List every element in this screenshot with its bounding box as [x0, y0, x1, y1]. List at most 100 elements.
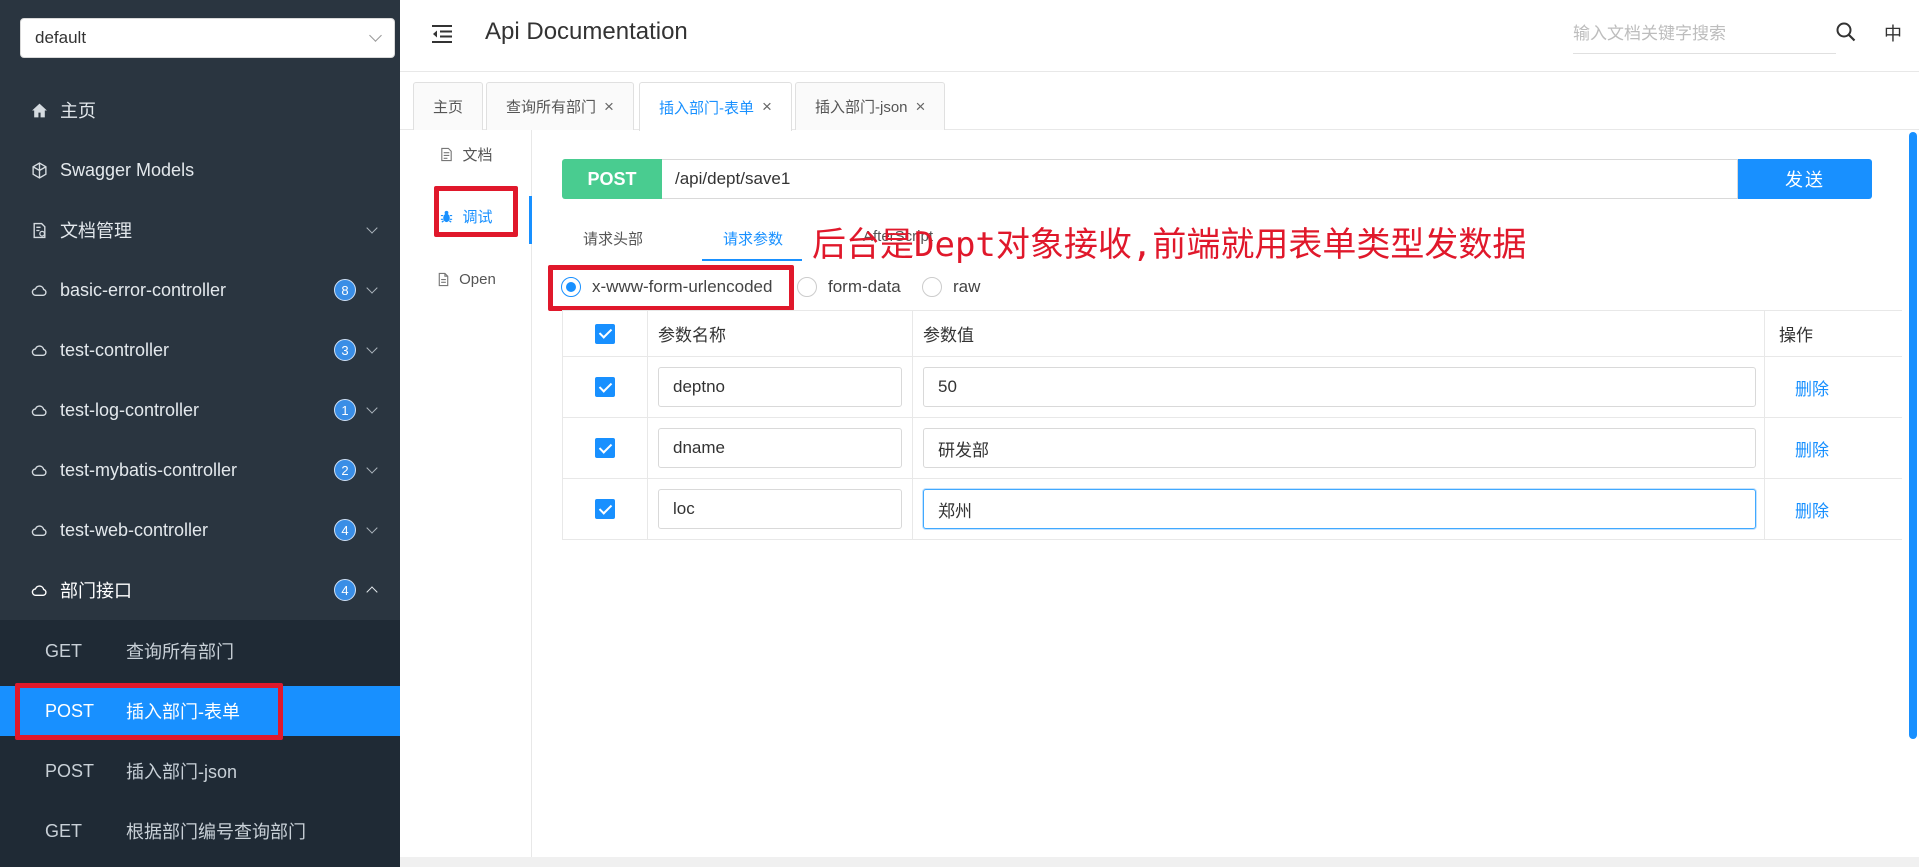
sidebar-item-label: test-log-controller [60, 399, 200, 420]
search-input[interactable] [1573, 14, 1836, 54]
count-badge: 2 [334, 459, 356, 481]
side-tab-doc[interactable]: 文档 [400, 134, 532, 174]
tab-insert-dept-form[interactable]: 插入部门-表单 × [639, 82, 792, 131]
side-tab-label: 调试 [462, 208, 493, 226]
method-badge: POST [562, 159, 662, 199]
vertical-scrollbar[interactable] [1909, 132, 1917, 739]
sidebar-item-test-web-controller[interactable]: test-web-controller 4 [0, 500, 400, 560]
sidebar-item-test-log-controller[interactable]: test-log-controller 1 [0, 380, 400, 440]
row-checkbox[interactable] [595, 377, 615, 397]
count-badge: 4 [334, 519, 356, 541]
header-value: 参数值 [913, 311, 1765, 356]
delete-link[interactable]: 删除 [1795, 436, 1829, 461]
name-cell [648, 418, 913, 478]
sidebar-item-test-controller[interactable]: test-controller 3 [0, 320, 400, 380]
horizontal-scrollbar[interactable] [400, 857, 1919, 867]
param-value-input[interactable] [923, 428, 1756, 468]
chevron-down-icon [369, 29, 382, 42]
sidebar-item-doc-manage[interactable]: 文档管理 [0, 200, 400, 260]
cube-icon [30, 161, 48, 179]
side-tab-label: Open [459, 270, 496, 288]
name-cell [648, 479, 913, 539]
row-checkbox-cell [562, 418, 648, 478]
count-badge: 4 [334, 579, 356, 601]
page-title: Api Documentation [485, 18, 688, 45]
delete-link[interactable]: 删除 [1795, 497, 1829, 522]
tab-get-all-depts[interactable]: 查询所有部门 × [486, 82, 634, 130]
value-cell [913, 479, 1765, 539]
action-cell: 删除 [1765, 357, 1902, 417]
table-header: 参数名称 参数值 操作 [562, 310, 1902, 357]
side-tabs: 文档 调试 Open [400, 130, 532, 860]
count-badge: 3 [334, 339, 356, 361]
close-icon[interactable]: × [762, 97, 772, 117]
tab-label: 主页 [433, 99, 464, 116]
search-icon[interactable] [1834, 20, 1858, 44]
tab-label: 插入部门-json [815, 99, 908, 116]
sidebar-item-test-mybatis-controller[interactable]: test-mybatis-controller 2 [0, 440, 400, 500]
side-tab-open[interactable]: Open [400, 259, 532, 299]
header-name: 参数名称 [648, 311, 913, 356]
delete-link[interactable]: 删除 [1795, 375, 1829, 400]
sidebar-item-label: 文档管理 [60, 221, 132, 241]
header-checkbox-cell [562, 311, 648, 356]
sidebar-item-basic-error-controller[interactable]: basic-error-controller 8 [0, 260, 400, 320]
cloud-icon [30, 461, 48, 479]
menu-fold-icon[interactable] [430, 22, 454, 46]
radio-form-data[interactable]: form-data [797, 276, 901, 298]
param-name-input[interactable] [658, 367, 902, 407]
sidebar: default 主页 Swagger Models 文档管理 basic-err… [0, 0, 400, 867]
row-checkbox[interactable] [595, 438, 615, 458]
count-badge: 8 [334, 279, 356, 301]
sidebar-item-label: test-web-controller [60, 519, 209, 540]
url-input[interactable] [662, 159, 1738, 199]
tab-label: 查询所有部门 [506, 99, 597, 116]
row-checkbox-cell [562, 479, 648, 539]
param-name-input[interactable] [658, 489, 902, 529]
tab-bar: 主页 查询所有部门 × 插入部门-表单 × 插入部门-json × [400, 72, 1919, 131]
sub-item-get-all-depts[interactable]: GET 查询所有部门 [0, 626, 400, 676]
subtab-underline [702, 259, 802, 261]
name-cell [648, 357, 913, 417]
sub-item-label: 插入部门-表单 [126, 702, 240, 722]
subtab-params[interactable]: 请求参数 [723, 228, 783, 249]
sidebar-item-label: 部门接口 [60, 581, 132, 601]
param-value-input[interactable] [923, 489, 1756, 529]
sub-item-label: 插入部门-json [126, 762, 238, 782]
close-icon[interactable]: × [604, 97, 614, 117]
sub-item-get-dept-by-no[interactable]: GET 根据部门编号查询部门 [0, 806, 400, 856]
param-name-input[interactable] [658, 428, 902, 468]
cloud-icon [30, 581, 48, 599]
chevron-down-icon [366, 461, 378, 474]
sidebar-item-home[interactable]: 主页 [0, 80, 400, 140]
radio-urlencoded[interactable]: x-www-form-urlencoded [561, 276, 772, 298]
tab-insert-dept-json[interactable]: 插入部门-json × [795, 82, 946, 130]
group-select[interactable]: default [20, 18, 395, 58]
side-tab-debug[interactable]: 调试 [400, 196, 532, 236]
cloud-icon [30, 281, 48, 299]
sidebar-item-label: test-controller [60, 339, 170, 360]
annotation-text: 后台是Dept对象接收,前端就用表单类型发数据 [812, 225, 1527, 265]
cloud-icon [30, 521, 48, 539]
action-cell: 删除 [1765, 418, 1902, 478]
radio-dot [561, 277, 581, 297]
radio-dot [922, 277, 942, 297]
tab-home[interactable]: 主页 [413, 82, 484, 130]
param-value-input[interactable] [923, 367, 1756, 407]
http-method: POST [45, 700, 95, 721]
close-icon[interactable]: × [916, 97, 926, 117]
row-checkbox[interactable] [595, 499, 615, 519]
language-toggle[interactable]: 中 [1884, 20, 1902, 46]
subtab-headers[interactable]: 请求头部 [583, 228, 643, 249]
sidebar-item-swagger-models[interactable]: Swagger Models [0, 140, 400, 200]
http-method: POST [45, 760, 95, 781]
sub-item-insert-dept-json[interactable]: POST 插入部门-json [0, 746, 400, 796]
send-button[interactable]: 发送 [1738, 159, 1872, 199]
table-row: 删除 [562, 418, 1902, 479]
tab-label: 插入部门-表单 [659, 99, 754, 117]
table-row: 删除 [562, 357, 1902, 418]
select-all-checkbox[interactable] [595, 323, 615, 344]
sub-item-insert-dept-form[interactable]: POST 插入部门-表单 [0, 686, 400, 736]
radio-raw[interactable]: raw [922, 276, 980, 298]
sidebar-item-dept-api[interactable]: 部门接口 4 [0, 560, 400, 620]
